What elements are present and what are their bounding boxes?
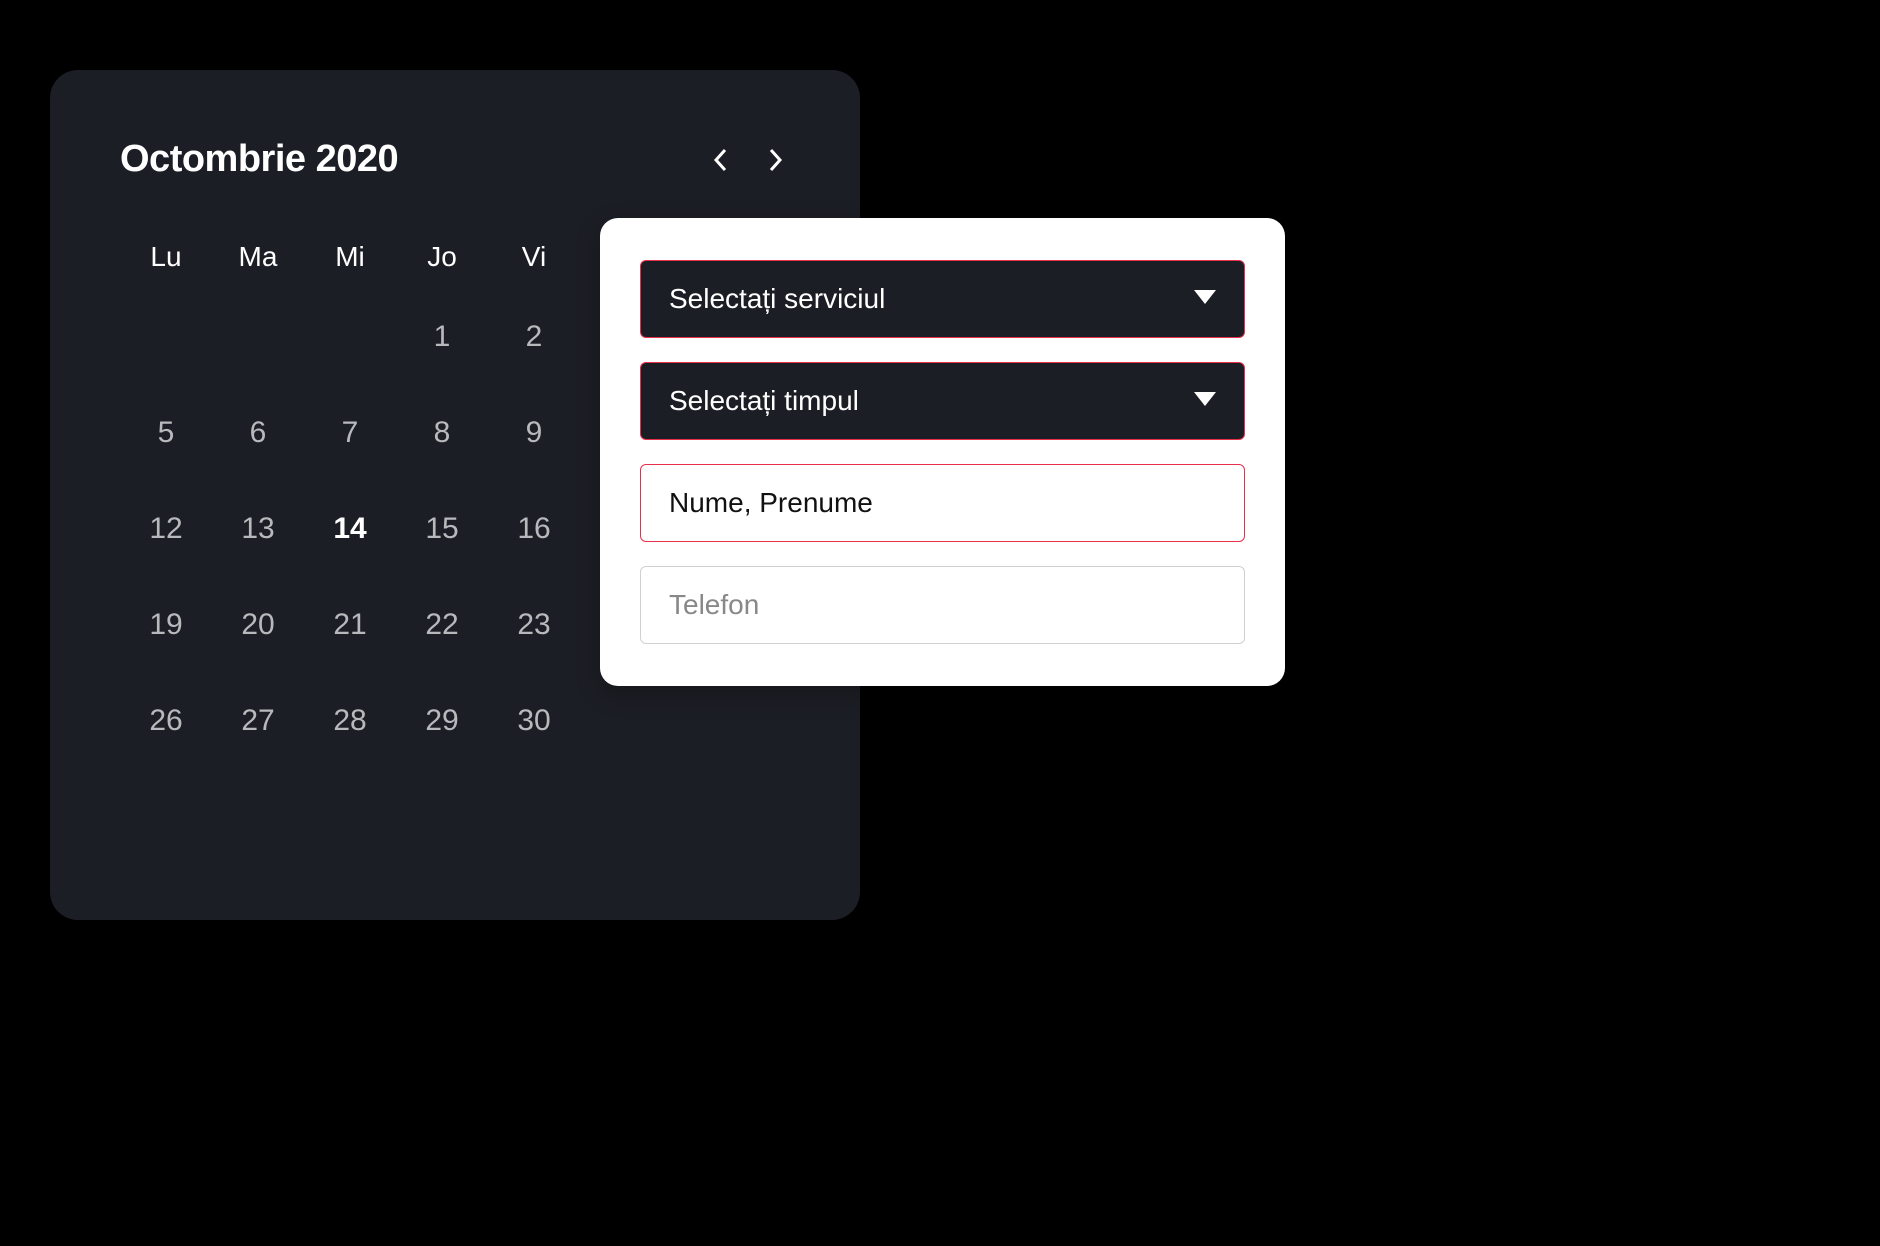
day-cell[interactable] xyxy=(212,313,304,361)
chevron-left-icon xyxy=(712,147,728,173)
day-cell[interactable]: 6 xyxy=(212,409,304,457)
day-cell[interactable]: 28 xyxy=(304,697,396,745)
day-cell[interactable]: 29 xyxy=(396,697,488,745)
day-number: 14 xyxy=(333,512,366,546)
weekday-label: Ma xyxy=(212,241,304,273)
weekdays-row: Lu Ma Mi Jo Vi xyxy=(100,241,600,273)
day-cell[interactable]: 15 xyxy=(396,505,488,553)
day-cell[interactable]: 26 xyxy=(120,697,212,745)
service-select[interactable]: Selectați serviciul xyxy=(640,260,1245,338)
caret-down-icon xyxy=(1194,290,1216,309)
name-input[interactable] xyxy=(640,464,1245,542)
next-month-button[interactable] xyxy=(762,146,790,174)
day-cell[interactable]: 20 xyxy=(212,601,304,649)
calendar-header: Octombrie 2020 xyxy=(100,138,810,181)
prev-month-button[interactable] xyxy=(706,146,734,174)
weekday-label: Mi xyxy=(304,241,396,273)
caret-down-icon xyxy=(1194,392,1216,411)
day-cell[interactable]: 27 xyxy=(212,697,304,745)
day-cell[interactable]: 16 xyxy=(488,505,580,553)
booking-form-card: Selectați serviciul Selectați timpul xyxy=(600,218,1285,686)
weekday-label: Lu xyxy=(120,241,212,273)
phone-input[interactable] xyxy=(640,566,1245,644)
day-cell[interactable]: 2 xyxy=(488,313,580,361)
day-cell[interactable]: 23 xyxy=(488,601,580,649)
day-cell[interactable]: 13 xyxy=(212,505,304,553)
time-select[interactable]: Selectați timpul xyxy=(640,362,1245,440)
day-cell[interactable]: 30 xyxy=(488,697,580,745)
day-cell-selected[interactable]: 14 xyxy=(304,505,396,553)
day-cell[interactable]: 19 xyxy=(120,601,212,649)
weekday-label: Jo xyxy=(396,241,488,273)
day-cell[interactable] xyxy=(120,313,212,361)
day-cell[interactable] xyxy=(304,313,396,361)
chevron-right-icon xyxy=(768,147,784,173)
day-cell[interactable]: 12 xyxy=(120,505,212,553)
month-title: Octombrie 2020 xyxy=(120,138,398,181)
time-select-label: Selectați timpul xyxy=(669,385,859,417)
day-cell[interactable]: 8 xyxy=(396,409,488,457)
day-cell[interactable]: 9 xyxy=(488,409,580,457)
day-cell[interactable]: 7 xyxy=(304,409,396,457)
nav-arrows xyxy=(706,146,790,174)
day-cell[interactable]: 21 xyxy=(304,601,396,649)
days-grid: 1 2 5 6 7 8 9 12 13 14 15 16 19 20 21 22… xyxy=(100,313,600,745)
day-cell[interactable]: 22 xyxy=(396,601,488,649)
day-cell[interactable]: 5 xyxy=(120,409,212,457)
service-select-label: Selectați serviciul xyxy=(669,283,885,315)
weekday-label: Vi xyxy=(488,241,580,273)
day-cell[interactable]: 1 xyxy=(396,313,488,361)
